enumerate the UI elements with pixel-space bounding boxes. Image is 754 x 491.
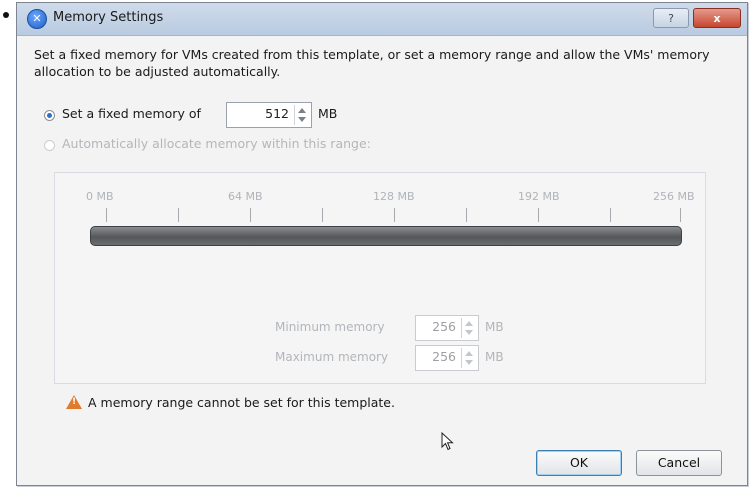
minimum-memory-label: Minimum memory	[275, 320, 385, 334]
fixed-memory-unit: MB	[318, 106, 338, 121]
maximum-memory-unit: MB	[485, 350, 504, 364]
stepper-arrows[interactable]	[461, 348, 476, 368]
minimum-memory-unit: MB	[485, 320, 504, 334]
tick-label-0: 0 MB	[86, 190, 114, 203]
dialog-description: Set a fixed memory for VMs created from …	[34, 47, 710, 79]
dialog-title: Memory Settings	[53, 10, 164, 25]
decrement-icon[interactable]	[465, 360, 473, 365]
tick-label-2: 128 MB	[373, 190, 415, 203]
tick-0-5	[178, 208, 179, 222]
fixed-memory-stepper[interactable]: 512	[226, 102, 312, 128]
ok-button[interactable]: OK	[536, 450, 622, 476]
close-button[interactable]: x	[693, 8, 741, 28]
mouse-pointer-icon	[441, 432, 454, 451]
increment-icon[interactable]	[465, 351, 473, 356]
increment-icon[interactable]	[298, 108, 306, 113]
tick-3-5	[610, 208, 611, 222]
maximum-memory-label: Maximum memory	[275, 350, 389, 364]
maximum-memory-value: 256	[432, 349, 456, 364]
fixed-memory-value: 512	[265, 106, 289, 121]
warning-message: A memory range cannot be set for this te…	[88, 395, 395, 410]
tick-label-4: 256 MB	[653, 190, 695, 203]
tick-label-3: 192 MB	[518, 190, 560, 203]
app-icon: ✕	[27, 9, 47, 29]
auto-allocate-label: Automatically allocate memory within thi…	[62, 136, 371, 151]
cancel-button[interactable]: Cancel	[636, 450, 722, 476]
auto-allocate-radio[interactable]	[44, 140, 55, 151]
help-button[interactable]: ?	[653, 8, 689, 28]
tick-label-1: 64 MB	[228, 190, 263, 203]
tick-1	[250, 208, 251, 222]
fixed-memory-radio[interactable]	[44, 110, 55, 121]
list-bullet	[3, 12, 9, 18]
minimum-memory-value: 256	[432, 319, 456, 334]
stepper-arrows[interactable]	[294, 105, 309, 125]
tick-2	[394, 208, 395, 222]
tick-3	[538, 208, 539, 222]
maximum-memory-stepper[interactable]: 256	[415, 345, 479, 371]
decrement-icon[interactable]	[298, 117, 306, 122]
title-bar: ✕ Memory Settings ? x	[17, 3, 747, 36]
memory-range-slider[interactable]	[90, 226, 682, 246]
increment-icon[interactable]	[465, 321, 473, 326]
fixed-memory-label: Set a fixed memory of	[62, 106, 201, 121]
tick-1-5	[322, 208, 323, 222]
tick-4	[680, 208, 681, 222]
tick-2-5	[466, 208, 467, 222]
decrement-icon[interactable]	[465, 330, 473, 335]
warning-icon: !	[66, 395, 82, 409]
stepper-arrows[interactable]	[461, 318, 476, 338]
minimum-memory-stepper[interactable]: 256	[415, 315, 479, 341]
tick-0	[106, 208, 107, 222]
